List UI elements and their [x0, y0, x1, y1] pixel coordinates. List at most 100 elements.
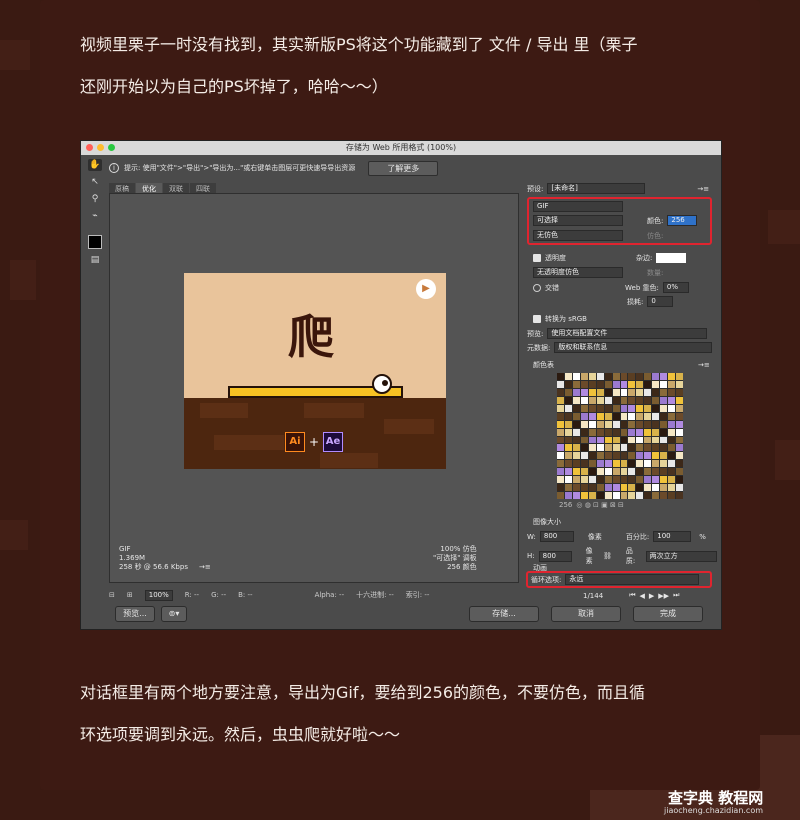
color-swatch[interactable] [628, 373, 636, 380]
color-swatch[interactable] [620, 396, 628, 404]
color-swatch[interactable] [604, 396, 612, 404]
color-swatch[interactable] [644, 396, 652, 404]
color-swatch[interactable] [580, 452, 588, 460]
color-swatch[interactable] [628, 444, 636, 452]
color-swatch[interactable] [588, 468, 596, 476]
color-swatch[interactable] [676, 484, 683, 492]
color-swatch[interactable] [628, 428, 636, 436]
color-swatch[interactable] [660, 444, 668, 452]
color-swatch[interactable] [644, 436, 652, 444]
loop-options-select[interactable]: 永远 [565, 574, 700, 585]
color-swatch[interactable] [676, 428, 683, 436]
zoom-minus-icon[interactable]: ⊟ [109, 591, 115, 599]
color-swatch[interactable] [580, 484, 588, 492]
color-swatch[interactable] [660, 468, 668, 476]
color-swatch[interactable] [652, 452, 660, 460]
color-swatch[interactable] [628, 404, 636, 412]
color-swatch[interactable] [564, 428, 572, 436]
color-swatch[interactable] [652, 460, 660, 468]
convert-srgb-checkbox[interactable] [533, 315, 541, 323]
color-table-tools[interactable]: ◎ ◍ ⊡ ▣ ⊠ ⊟ [576, 501, 624, 509]
color-swatch[interactable] [604, 373, 612, 380]
preview-profile-select[interactable]: 使用文档配置文件 [547, 328, 708, 339]
color-swatch[interactable] [644, 380, 652, 388]
color-swatch[interactable] [580, 428, 588, 436]
color-swatch[interactable] [628, 412, 636, 420]
color-swatch[interactable] [652, 436, 660, 444]
color-swatch[interactable] [580, 404, 588, 412]
interlaced-checkbox[interactable] [533, 283, 541, 292]
color-swatch[interactable] [652, 484, 660, 492]
color-swatch[interactable] [612, 404, 620, 412]
color-swatch[interactable] [604, 428, 612, 436]
color-swatch[interactable] [636, 492, 644, 499]
color-swatch[interactable] [564, 404, 572, 412]
color-swatch[interactable] [572, 476, 580, 484]
color-swatch[interactable] [660, 484, 668, 492]
color-swatch[interactable] [676, 380, 683, 388]
color-swatch[interactable] [564, 476, 572, 484]
color-swatch[interactable] [604, 444, 612, 452]
color-swatch[interactable] [628, 420, 636, 428]
color-swatch[interactable] [604, 484, 612, 492]
eyedropper-color-swatch[interactable] [88, 235, 102, 249]
color-swatch[interactable] [564, 452, 572, 460]
color-swatch[interactable] [612, 476, 620, 484]
color-swatch[interactable] [572, 428, 580, 436]
color-swatch[interactable] [676, 404, 683, 412]
color-swatch[interactable] [596, 412, 604, 420]
preview-canvas[interactable]: ▶ 爬 Ai + Ae [109, 193, 519, 583]
color-swatch[interactable] [668, 412, 676, 420]
color-swatch[interactable] [588, 388, 596, 396]
color-swatch[interactable] [557, 373, 564, 380]
color-swatch[interactable] [644, 420, 652, 428]
color-swatch[interactable] [660, 396, 668, 404]
colors-input[interactable]: 256 [667, 215, 698, 226]
color-swatch[interactable] [596, 468, 604, 476]
color-swatch[interactable] [636, 396, 644, 404]
color-swatch[interactable] [557, 388, 564, 396]
color-swatch[interactable] [644, 492, 652, 499]
color-swatch[interactable] [676, 373, 683, 380]
color-swatch[interactable] [620, 420, 628, 428]
color-swatch[interactable] [596, 484, 604, 492]
color-swatch[interactable] [557, 428, 564, 436]
done-button[interactable]: 完成 [633, 606, 703, 622]
color-swatch[interactable] [644, 460, 652, 468]
color-swatch[interactable] [557, 436, 564, 444]
color-swatch[interactable] [668, 404, 676, 412]
color-swatch[interactable] [676, 452, 683, 460]
color-swatch[interactable] [636, 444, 644, 452]
color-swatch[interactable] [652, 388, 660, 396]
color-swatch[interactable] [588, 452, 596, 460]
width-input[interactable]: 800 [539, 531, 574, 542]
color-swatch[interactable] [564, 436, 572, 444]
color-swatch[interactable] [596, 380, 604, 388]
color-swatch[interactable] [644, 388, 652, 396]
color-swatch[interactable] [557, 444, 564, 452]
hand-tool-icon[interactable]: ✋ [88, 159, 102, 171]
preset-select[interactable]: [未命名] [547, 183, 646, 194]
color-swatch[interactable] [580, 476, 588, 484]
play-animation-icon[interactable]: ▶ [649, 592, 654, 600]
color-swatch[interactable] [612, 380, 620, 388]
color-swatch[interactable] [564, 444, 572, 452]
color-swatch[interactable] [652, 476, 660, 484]
color-swatch[interactable] [612, 444, 620, 452]
color-swatch[interactable] [644, 412, 652, 420]
color-swatch[interactable] [564, 380, 572, 388]
color-swatch[interactable] [676, 444, 683, 452]
color-swatch[interactable] [572, 373, 580, 380]
color-swatch[interactable] [620, 452, 628, 460]
color-swatch[interactable] [668, 396, 676, 404]
color-swatch[interactable] [652, 492, 660, 499]
color-swatch[interactable] [604, 468, 612, 476]
next-frame-icon[interactable]: ▶▶ [658, 592, 669, 600]
color-swatch[interactable] [557, 460, 564, 468]
color-swatch[interactable] [628, 436, 636, 444]
color-swatch[interactable] [596, 444, 604, 452]
color-swatch[interactable] [660, 428, 668, 436]
color-swatch[interactable] [636, 460, 644, 468]
color-swatch[interactable] [636, 420, 644, 428]
color-swatch[interactable] [620, 484, 628, 492]
